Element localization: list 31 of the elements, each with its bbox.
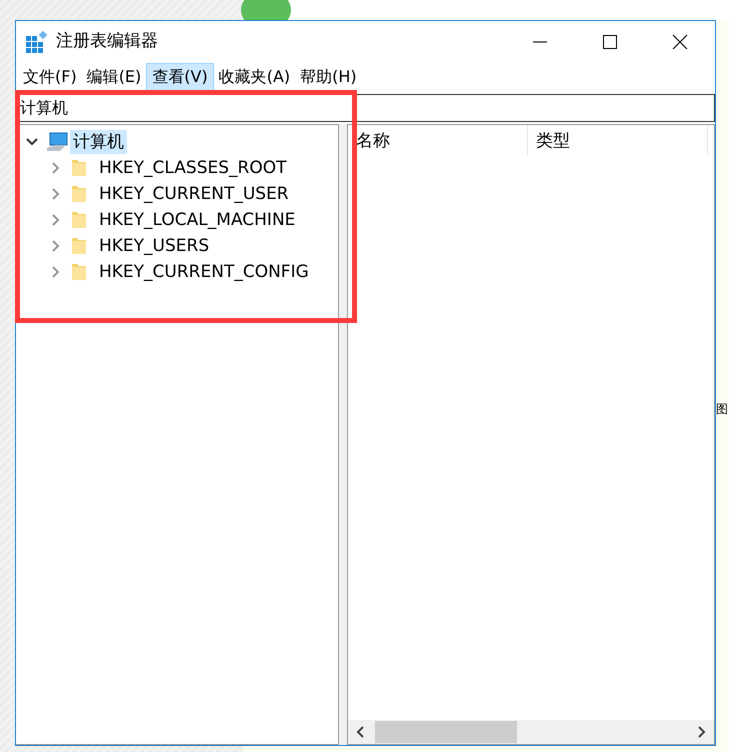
computer-icon: [46, 132, 68, 152]
tree-item[interactable]: HKEY_CURRENT_CONFIG: [96, 260, 312, 284]
menu-item[interactable]: 帮助(H): [295, 64, 362, 90]
collapsed-chevron-icon[interactable]: [50, 162, 62, 174]
minimize-icon: [532, 41, 548, 43]
collapsed-chevron-icon[interactable]: [50, 266, 62, 278]
tree-item[interactable]: HKEY_CURRENT_USER: [96, 182, 292, 206]
tree-item[interactable]: 计算机: [70, 130, 127, 154]
folder-icon: [70, 158, 88, 178]
menu-item[interactable]: 查看(V): [146, 63, 214, 91]
window-title: 注册表编辑器: [56, 30, 158, 54]
expanded-chevron-icon[interactable]: [26, 136, 38, 148]
scroll-thumb[interactable]: [375, 721, 517, 743]
tree-item[interactable]: HKEY_LOCAL_MACHINE: [96, 208, 298, 232]
folder-icon: [70, 184, 88, 204]
menu-item[interactable]: 文件(F): [18, 64, 82, 90]
folder-icon: [70, 262, 88, 282]
folder-icon: [70, 236, 88, 256]
menu-item[interactable]: 编辑(E): [82, 64, 146, 90]
tree-item[interactable]: HKEY_USERS: [96, 234, 212, 258]
collapsed-chevron-icon[interactable]: [50, 188, 62, 200]
close-icon: [672, 34, 688, 50]
tree-item[interactable]: HKEY_CLASSES_ROOT: [96, 156, 290, 180]
collapsed-chevron-icon[interactable]: [50, 214, 62, 226]
horizontal-scrollbar[interactable]: [348, 720, 714, 744]
background-text: 图: [716, 402, 728, 416]
collapsed-chevron-icon[interactable]: [50, 240, 62, 252]
registry-icon: [26, 31, 48, 53]
menu-item[interactable]: 收藏夹(A): [214, 64, 296, 90]
maximize-icon: [602, 34, 618, 50]
folder-icon: [70, 210, 88, 230]
